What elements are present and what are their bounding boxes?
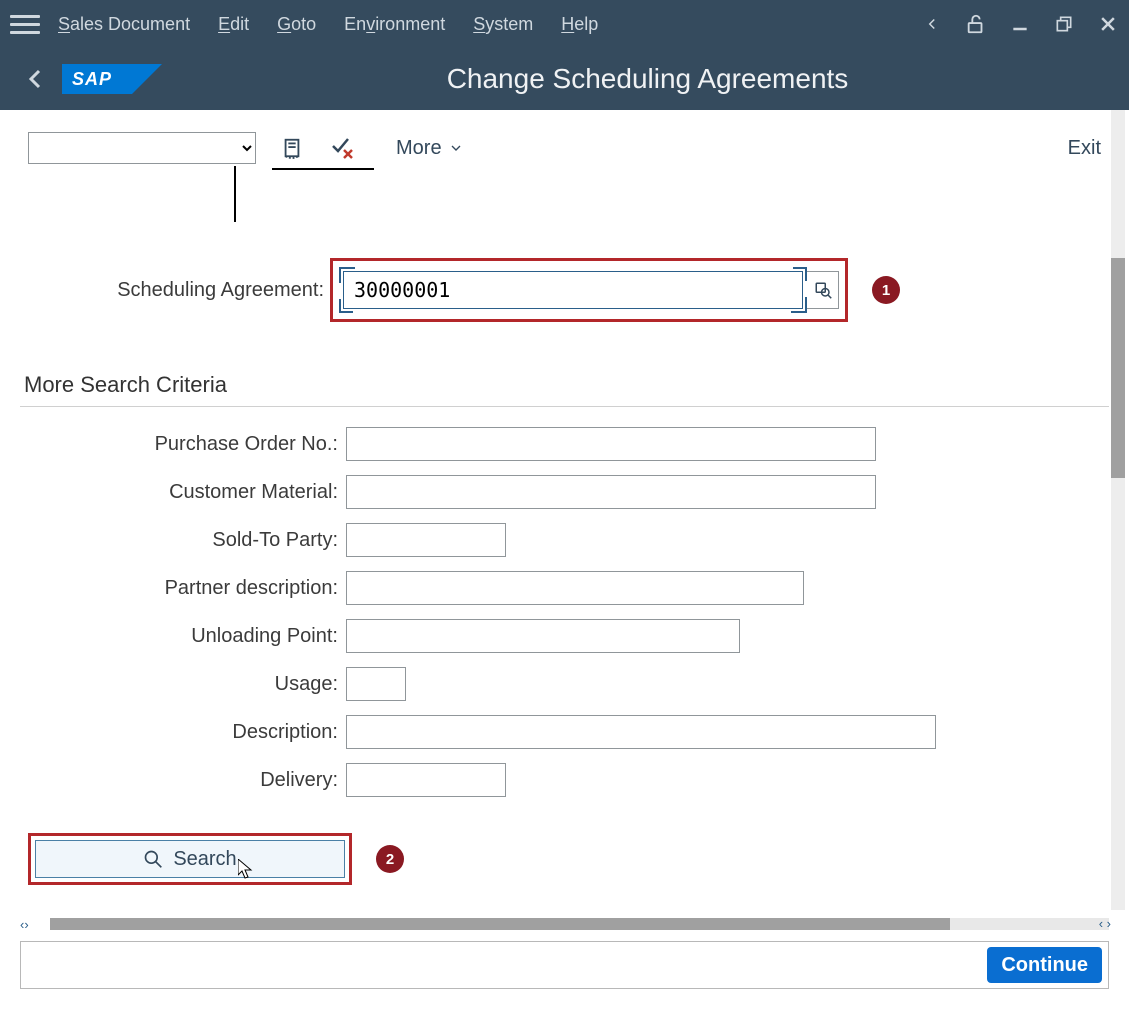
chevron-down-icon (448, 140, 464, 156)
purchase-order-input[interactable] (346, 427, 876, 461)
menu-bar: Sales Document Edit Goto Environment Sys… (0, 0, 1129, 48)
toolbar: More Exit (0, 110, 1129, 168)
scheduling-agreement-input[interactable] (343, 271, 803, 309)
toolbar-dropdown[interactable] (28, 132, 256, 164)
scroll-right-arrows[interactable]: ‹ › (1099, 916, 1111, 931)
more-button[interactable]: More (396, 137, 464, 160)
purchase-order-label: Purchase Order No.: (20, 433, 346, 456)
partner-description-input[interactable] (346, 571, 804, 605)
sold-to-party-input[interactable] (346, 523, 506, 557)
horizontal-scrollbar[interactable]: ‹› (20, 917, 1109, 931)
description-input[interactable] (346, 715, 936, 749)
minimize-icon[interactable] (1009, 13, 1031, 35)
exit-button[interactable]: Exit (1068, 137, 1101, 160)
annotation-badge-2: 2 (376, 845, 404, 873)
menu-edit[interactable]: Edit (218, 14, 249, 35)
scheduling-agreement-label: Scheduling Agreement: (110, 279, 330, 302)
usage-label: Usage: (20, 673, 346, 696)
menu-environment[interactable]: Environment (344, 14, 445, 35)
search-highlight: Search (28, 833, 352, 885)
more-search-criteria-panel: Purchase Order No.: Customer Material: S… (20, 406, 1109, 905)
page-title: Change Scheduling Agreements (182, 63, 1113, 95)
sold-to-party-label: Sold-To Party: (20, 529, 346, 552)
delivery-input[interactable] (346, 763, 506, 797)
search-button[interactable]: Search (35, 840, 345, 878)
footer-bar: Continue (20, 941, 1109, 989)
check-cancel-icon[interactable] (328, 134, 356, 162)
horizontal-scroll-thumb[interactable] (50, 918, 950, 930)
continue-button[interactable]: Continue (987, 947, 1102, 983)
partner-description-label: Partner description: (20, 577, 346, 600)
more-label: More (396, 137, 442, 160)
usage-input[interactable] (346, 667, 406, 701)
search-icon (143, 849, 163, 869)
more-search-criteria-title: More Search Criteria (24, 372, 1109, 398)
search-button-label: Search (173, 848, 236, 871)
scroll-left-arrows[interactable]: ‹› (20, 917, 50, 932)
horizontal-scroll-track[interactable] (50, 918, 1109, 930)
title-bar: SAP Change Scheduling Agreements (0, 48, 1129, 110)
menu-help[interactable]: Help (561, 14, 598, 35)
menu-sales-document[interactable]: Sales Document (58, 14, 190, 35)
scheduling-agreement-highlight (330, 258, 848, 322)
unloading-point-input[interactable] (346, 619, 740, 653)
chevron-left-icon[interactable] (921, 13, 943, 35)
hamburger-icon[interactable] (10, 9, 40, 39)
annotation-badge-1: 1 (872, 276, 900, 304)
back-icon[interactable] (16, 59, 56, 99)
description-label: Description: (20, 721, 346, 744)
unlock-icon[interactable] (965, 13, 987, 35)
close-icon[interactable] (1097, 13, 1119, 35)
menu-system[interactable]: System (473, 14, 533, 35)
customer-material-label: Customer Material: (20, 481, 346, 504)
restore-window-icon[interactable] (1053, 13, 1075, 35)
unloading-point-label: Unloading Point: (20, 625, 346, 648)
search-help-icon[interactable] (807, 271, 839, 309)
sap-logo: SAP (62, 64, 162, 94)
document-icon[interactable] (278, 134, 306, 162)
cursor-icon (238, 859, 258, 881)
menu-goto[interactable]: Goto (277, 14, 316, 35)
customer-material-input[interactable] (346, 475, 876, 509)
content-area: Scheduling Agreement: 1 More Search Crit… (0, 168, 1129, 905)
delivery-label: Delivery: (20, 769, 346, 792)
